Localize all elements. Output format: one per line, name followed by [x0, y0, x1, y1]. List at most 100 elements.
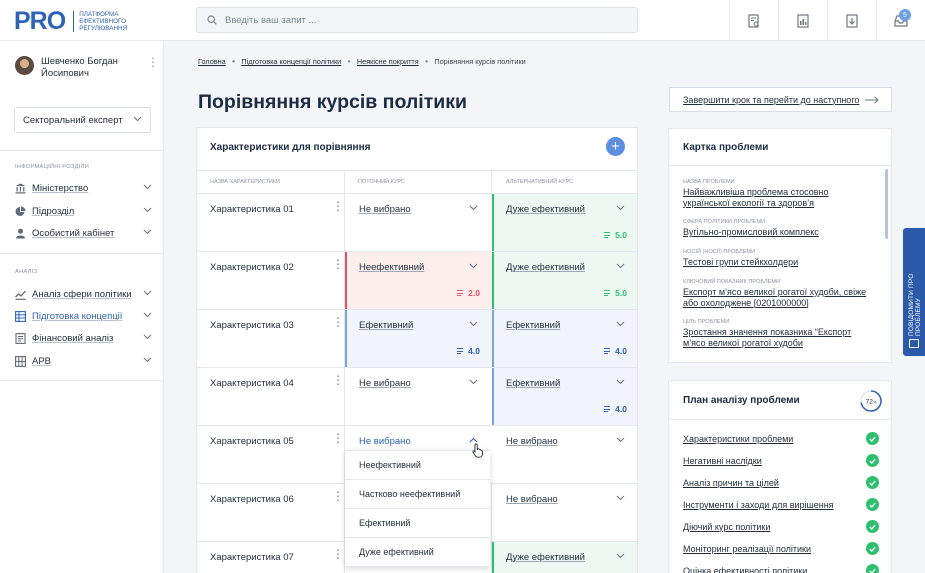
row-menu-icon[interactable]: ⋮ [332, 316, 344, 328]
plan-item[interactable]: Характеристики проблеми [683, 432, 879, 445]
role-select-value: Секторальний експерт [23, 114, 123, 126]
current-course-select[interactable]: Не вибрано [345, 368, 492, 425]
document-search-button[interactable] [729, 0, 778, 41]
pie-chart-icon [15, 206, 26, 216]
chevron-down-icon [616, 321, 625, 327]
next-step-button[interactable]: Завершити крок та перейти до наступного [669, 87, 892, 112]
problem-card-title: Картка проблеми [683, 142, 769, 153]
breadcrumb-current: Порівняння курсів політики [434, 57, 526, 66]
row-menu-icon[interactable]: ⋮ [332, 200, 344, 212]
plan-item[interactable]: Моніторинг реалізації політики [683, 542, 879, 555]
document-chart-button[interactable] [778, 0, 827, 41]
alt-course-select[interactable]: Ефективний 4.0 [492, 368, 637, 425]
logo[interactable]: PRO ПЛАТФОРМА ЕФЕКТИВНОГО РЕГУЛЮВАННЯ [14, 7, 135, 36]
plan-item[interactable]: Оцінка ефективності політики [683, 564, 879, 573]
dropdown-option[interactable]: Ефективний [345, 509, 490, 538]
sidebar-item-label: Підготовка концепції [32, 310, 123, 322]
problem-field-value[interactable]: Експорт м’ясо великої рогатої худоби, св… [683, 287, 873, 308]
row-menu-icon[interactable]: ⋮ [332, 548, 344, 560]
logo-text: ПЛАТФОРМА ЕФЕКТИВНОГО РЕГУЛЮВАННЯ [73, 11, 135, 32]
alt-course-select[interactable]: Не вибрано [492, 484, 637, 541]
add-characteristic-button[interactable]: + [606, 137, 625, 156]
bank-icon [15, 183, 26, 193]
sidebar-item-concept[interactable]: Підготовка концепції [15, 308, 152, 324]
alt-course-select[interactable]: Дуже ефективний 5.0 [492, 252, 637, 309]
problem-field: ЦІЛЬ ПРОБЛЕМИ Зростання значення показник… [683, 319, 873, 348]
row-menu-icon[interactable]: ⋮ [332, 490, 344, 502]
dropdown-option[interactable]: Частково неефективний [345, 480, 490, 509]
score-icon [604, 232, 611, 238]
logo-mark: PRO [14, 7, 66, 35]
current-course-select[interactable]: Не вибрано [345, 194, 492, 251]
problem-field-value[interactable]: Найважливіша проблема стосовно українськ… [683, 187, 873, 208]
check-circle-icon [866, 476, 879, 489]
role-select[interactable]: Секторальний експерт [14, 107, 151, 133]
scrollbar[interactable] [885, 169, 888, 239]
score-icon [457, 348, 464, 354]
breadcrumb-home[interactable]: Головна [198, 57, 226, 66]
alt-course-value: Не вибрано [506, 494, 558, 505]
plan-item[interactable]: Аналіз причин та цілей [683, 476, 879, 489]
inbox-button[interactable]: 5 [876, 0, 925, 41]
current-course-value: Ефективний [359, 320, 414, 331]
search-input[interactable]: Введіть ваш запит ... [225, 15, 316, 26]
report-problem-tab[interactable]: ПОВІДОМИТИ ПРО ПРОБЛЕМУ [903, 228, 925, 356]
problem-field-value[interactable]: Вугільно-промисловий комплекс [683, 227, 873, 238]
breadcrumb-concept[interactable]: Підготовка концепції політики [241, 57, 341, 66]
plan-item-label: Діючий курс політики [683, 521, 771, 532]
table-row: Характеристика 02 ⋮ Неефективний 2.0 Дуже еф… [197, 252, 637, 310]
alt-course-select[interactable]: Дуже ефективний 5.0 [492, 194, 637, 251]
chevron-down-icon [143, 290, 152, 296]
sidebar-item-ministry[interactable]: Міністерство [15, 180, 152, 196]
user-profile[interactable]: Шевченко Богдан Йосипович [15, 56, 131, 79]
user-menu-icon[interactable]: ⋮ [147, 56, 159, 68]
problem-field-value[interactable]: Зростання значення показника “Експорт м’… [683, 327, 873, 348]
sidebar-item-department[interactable]: Підрозділ [15, 203, 152, 219]
sidebar-item-financial[interactable]: Фінансовий аналіз [15, 330, 152, 346]
svg-text:72%: 72% [866, 399, 877, 406]
column-header-alt: АЛЬТЕРНАТИВНИЙ КУРС [506, 179, 574, 185]
alt-course-select[interactable]: Не вибрано [492, 426, 637, 483]
current-course-select[interactable]: Ефективний 4.0 [345, 310, 492, 367]
score-icon [604, 290, 611, 296]
sidebar-item-policy-analysis[interactable]: Аналіз сфери політики [15, 286, 152, 302]
breadcrumb-coverage[interactable]: Неякісне покриття [357, 57, 419, 66]
row-menu-icon[interactable]: ⋮ [332, 374, 344, 386]
divider [0, 253, 164, 254]
breadcrumb: Головна ● Підготовка концепції політики … [198, 57, 526, 66]
problem-card: Картка проблеми НАЗВА ПРОБЛЕМИ Найважливі… [668, 128, 892, 363]
check-circle-icon [866, 564, 879, 573]
score-icon [604, 406, 611, 412]
alt-course-select[interactable]: Дуже ефективний [492, 542, 637, 573]
plan-item[interactable]: Діючий курс політики [683, 520, 879, 533]
score-value: 5.0 [604, 230, 627, 240]
sidebar-item-arv[interactable]: АРВ [15, 353, 152, 369]
row-menu-icon[interactable]: ⋮ [332, 432, 344, 444]
next-step-label: Завершити крок та перейти до наступного [683, 94, 860, 105]
plan-item-label: Характеристики проблеми [683, 433, 794, 444]
sidebar-item-cabinet[interactable]: Особистий кабінет [15, 225, 152, 241]
document-search-icon [748, 13, 759, 28]
row-menu-icon[interactable]: ⋮ [332, 258, 344, 270]
alt-course-value: Не вибрано [506, 436, 558, 447]
document-download-button[interactable] [827, 0, 876, 41]
current-course-select[interactable]: Неефективний 2.0 [345, 252, 492, 309]
sidebar-item-label: Аналіз сфери політики [32, 288, 132, 300]
chevron-down-icon [143, 357, 152, 363]
check-circle-icon [866, 542, 879, 555]
dropdown-option[interactable]: Дуже ефективний [345, 538, 490, 567]
message-icon [909, 339, 919, 348]
problem-field-value[interactable]: Тестові групи стейкхолдери [683, 257, 873, 268]
plan-item[interactable]: Інструменти і заходи для вирішення [683, 498, 879, 511]
breadcrumb-separator-icon: ● [231, 58, 236, 65]
chevron-down-icon [469, 379, 478, 385]
alt-course-select[interactable]: Ефективний 4.0 [492, 310, 637, 367]
person-icon [16, 228, 25, 238]
plan-item[interactable]: Негативні наслідки [683, 454, 879, 467]
problem-field: КЛЮЧОВИЙ ПОКАЗНИК ПРОБЛЕМИ Експорт м’ясо … [683, 279, 873, 308]
problem-field-label: НОСІЙ (НОСІЇ) ПРОБЛЕМИ [683, 249, 756, 255]
table-icon [15, 310, 26, 322]
search-box[interactable]: Введіть ваш запит ... [196, 7, 638, 33]
score-icon [457, 290, 464, 296]
dropdown-option[interactable]: Неефективний [345, 451, 490, 480]
